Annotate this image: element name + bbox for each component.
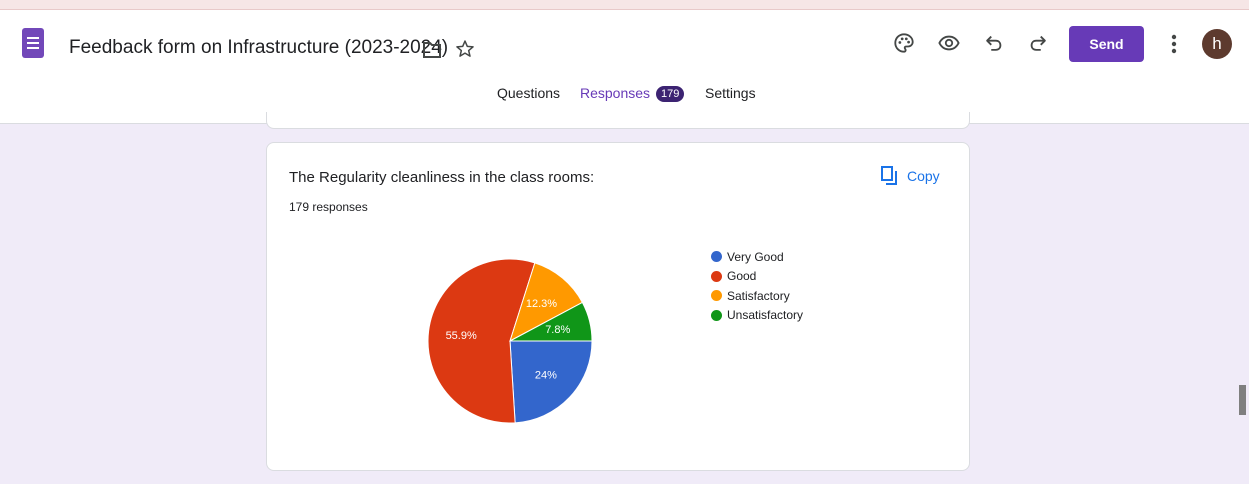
copy-label: Copy — [907, 168, 940, 184]
form-title[interactable]: Feedback form on Infrastructure (2023-20… — [69, 37, 448, 59]
pie-slice-very-good[interactable] — [509, 340, 593, 424]
palette-icon[interactable] — [891, 30, 917, 56]
forms-icon[interactable] — [22, 28, 44, 58]
previous-question-card — [266, 112, 970, 129]
star-icon[interactable] — [453, 37, 477, 61]
legend-item-satisfactory: Satisfactory — [711, 286, 803, 306]
tab-responses-label: Responses — [580, 85, 651, 101]
avatar[interactable]: h — [1202, 29, 1232, 59]
legend-label: Very Good — [727, 249, 784, 264]
redo-icon[interactable] — [1025, 30, 1051, 56]
pie-chart: 24% 55.9% 12.3% 7.8% — [427, 258, 593, 424]
legend-label: Satisfactory — [727, 288, 790, 303]
send-button[interactable]: Send — [1069, 26, 1144, 62]
copy-chart-button[interactable]: Copy — [881, 163, 940, 189]
browser-top-strip — [0, 0, 1249, 10]
legend-swatch — [711, 270, 722, 282]
legend-item-good: Good — [711, 267, 803, 287]
responses-count: 179 responses — [289, 200, 368, 214]
legend-swatch — [711, 309, 722, 321]
legend-item-unsatisfactory: Unsatisfactory — [711, 306, 803, 326]
legend-label: Good — [727, 269, 757, 284]
more-vert-icon[interactable] — [1162, 30, 1186, 58]
responses-count-badge: 179 — [656, 86, 685, 102]
copy-icon — [881, 166, 897, 185]
folder-icon[interactable] — [420, 38, 444, 62]
legend-label: Unsatisfactory — [727, 308, 804, 323]
legend-swatch — [711, 290, 722, 302]
legend-swatch — [711, 251, 722, 263]
pie-slice-label: 12.3% — [526, 298, 557, 310]
preview-eye-icon[interactable] — [936, 30, 962, 56]
question-summary-card: The Regularity cleanliness in the class … — [266, 142, 970, 471]
pie-slice-label: 7.8% — [545, 324, 570, 336]
legend-item-very-good: Very Good — [711, 247, 803, 267]
tab-questions[interactable]: Questions — [497, 85, 560, 101]
app-header: Feedback form on Infrastructure (2023-20… — [0, 10, 1249, 124]
scrollbar-thumb[interactable] — [1239, 385, 1246, 415]
question-title: The Regularity cleanliness in the class … — [289, 169, 595, 186]
tab-settings[interactable]: Settings — [705, 85, 756, 101]
tab-responses[interactable]: Responses 179 — [580, 85, 685, 102]
pie-slice-label: 24% — [535, 370, 557, 382]
chart-legend: Very Good Good Satisfactory Unsatisfacto… — [711, 247, 803, 325]
pie-slice-label: 55.9% — [446, 330, 477, 342]
undo-icon[interactable] — [981, 30, 1007, 56]
